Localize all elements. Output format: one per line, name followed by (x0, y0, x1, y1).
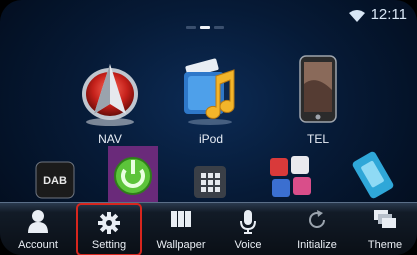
tab-wallpaper[interactable]: Wallpaper (148, 203, 214, 255)
tab-label-theme: Theme (367, 239, 403, 251)
app-power[interactable] (106, 146, 160, 206)
app-nav[interactable]: NAV (78, 56, 142, 146)
tab-label-initialize: Initialize (297, 239, 337, 251)
app-row-secondary: DAB (0, 140, 417, 206)
tab-label-wallpaper: Wallpaper (156, 239, 206, 251)
tab-initialize[interactable]: Initialize (286, 203, 348, 255)
app-grid[interactable] (192, 164, 228, 200)
phone-icon (296, 54, 340, 133)
dab-badge-text: DAB (43, 175, 67, 187)
home-screen: 12:11 NAV iPod TEL DAB Account Setting W… (0, 0, 417, 255)
page-dot (186, 26, 196, 29)
tab-label-voice: Voice (234, 239, 262, 251)
tab-theme[interactable]: Theme (356, 203, 414, 255)
refresh-icon (306, 209, 328, 236)
status-time: 12:11 (370, 6, 407, 23)
gear-icon (97, 211, 121, 240)
app-ipod[interactable]: iPod (176, 58, 246, 146)
app-tel[interactable]: TEL (286, 54, 350, 146)
microphone-icon (239, 209, 257, 240)
bottom-toolbar: Account Setting Wallpaper Voice Initiali… (0, 202, 417, 255)
app-usb[interactable] (346, 148, 400, 206)
tab-label-setting: Setting (91, 239, 127, 251)
tab-label-account: Account (18, 239, 58, 251)
tab-voice[interactable]: Voice (222, 203, 274, 255)
grid-icon (192, 164, 228, 205)
page-dot-active (200, 26, 210, 29)
person-icon (27, 209, 49, 238)
app-apps[interactable] (266, 152, 316, 206)
page-dot (214, 26, 224, 29)
ipod-icon (180, 58, 244, 133)
wallpaper-icon (170, 209, 192, 234)
tab-setting[interactable]: Setting (76, 203, 142, 255)
tab-account[interactable]: Account (8, 203, 68, 255)
theme-icon (373, 209, 397, 236)
nav-icon (80, 56, 140, 133)
wifi-icon (349, 9, 365, 27)
app-dab[interactable]: DAB (30, 158, 80, 204)
